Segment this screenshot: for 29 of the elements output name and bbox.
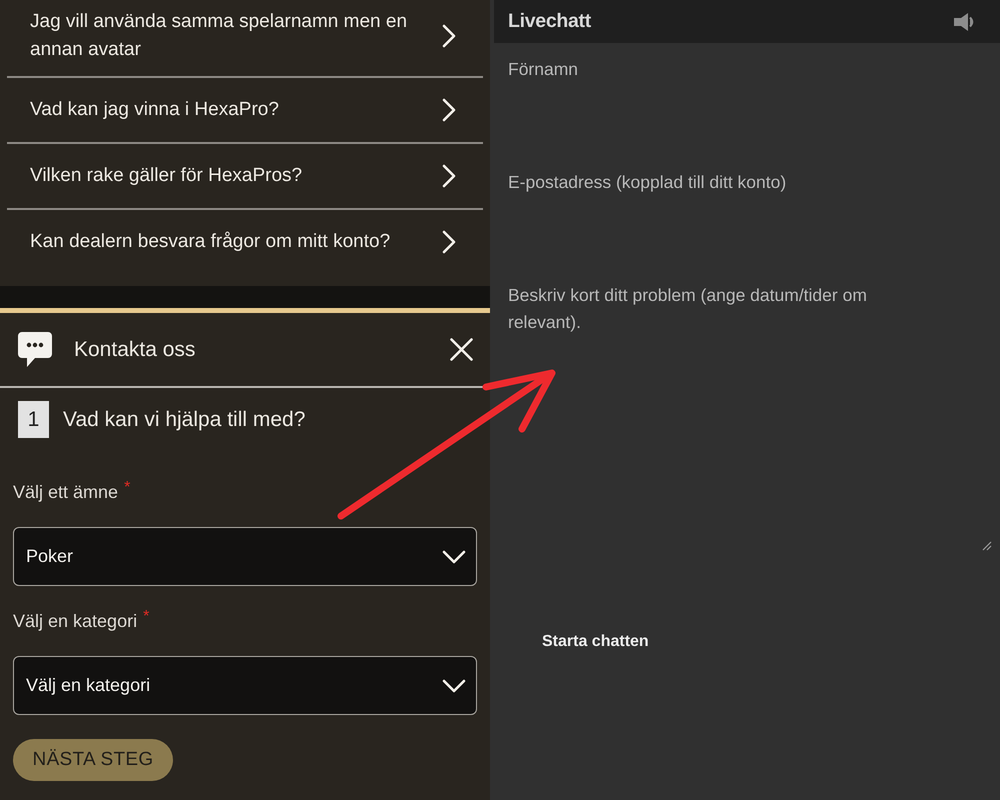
faq-item[interactable]: Jag vill använda samma spelarnamn men en annan avatar	[7, 8, 483, 76]
start-chat-button[interactable]: Starta chatten	[542, 630, 649, 654]
required-mark: *	[143, 609, 150, 625]
chevron-right-icon	[442, 24, 456, 48]
field-label: Förnamn	[508, 58, 580, 81]
chevron-right-icon	[442, 230, 456, 254]
speaker-icon[interactable]	[954, 12, 976, 32]
field-label: Beskriv kort ditt problem (ange datum/tider om relevant).	[508, 284, 868, 334]
field-label: Välj ett ämne	[13, 481, 118, 504]
faq-item[interactable]: Vilken rake gäller för HexaPros?	[7, 144, 483, 208]
chevron-down-icon	[442, 678, 466, 692]
chevron-right-icon	[442, 164, 456, 188]
dropdown-field[interactable]: Välj en kategori	[13, 656, 477, 715]
next-step-button[interactable]: NÄSTA STEG	[13, 739, 173, 781]
chevron-down-icon	[442, 550, 466, 564]
dropdown-field[interactable]: Poker	[13, 527, 477, 586]
chevron-right-icon	[442, 98, 456, 122]
field-label: Välj en kategori	[13, 610, 138, 633]
field-label: E-postadress (kopplad till ditt konto)	[508, 171, 788, 194]
panel-title: Kontakta oss	[74, 338, 196, 362]
chat-title: Livechatt	[508, 10, 591, 33]
required-mark: *	[124, 480, 130, 496]
close-icon[interactable]	[450, 338, 473, 361]
faq-item[interactable]: Vad kan jag vinna i HexaPro?	[7, 78, 483, 142]
step-number: 1	[18, 401, 49, 438]
chat-bubble-icon	[18, 332, 52, 367]
faq-item[interactable]: Kan dealern besvara frågor om mitt konto?	[7, 210, 483, 274]
resize-grip-icon[interactable]	[982, 541, 992, 551]
step-title: Vad kan vi hjälpa till med?	[63, 408, 306, 432]
